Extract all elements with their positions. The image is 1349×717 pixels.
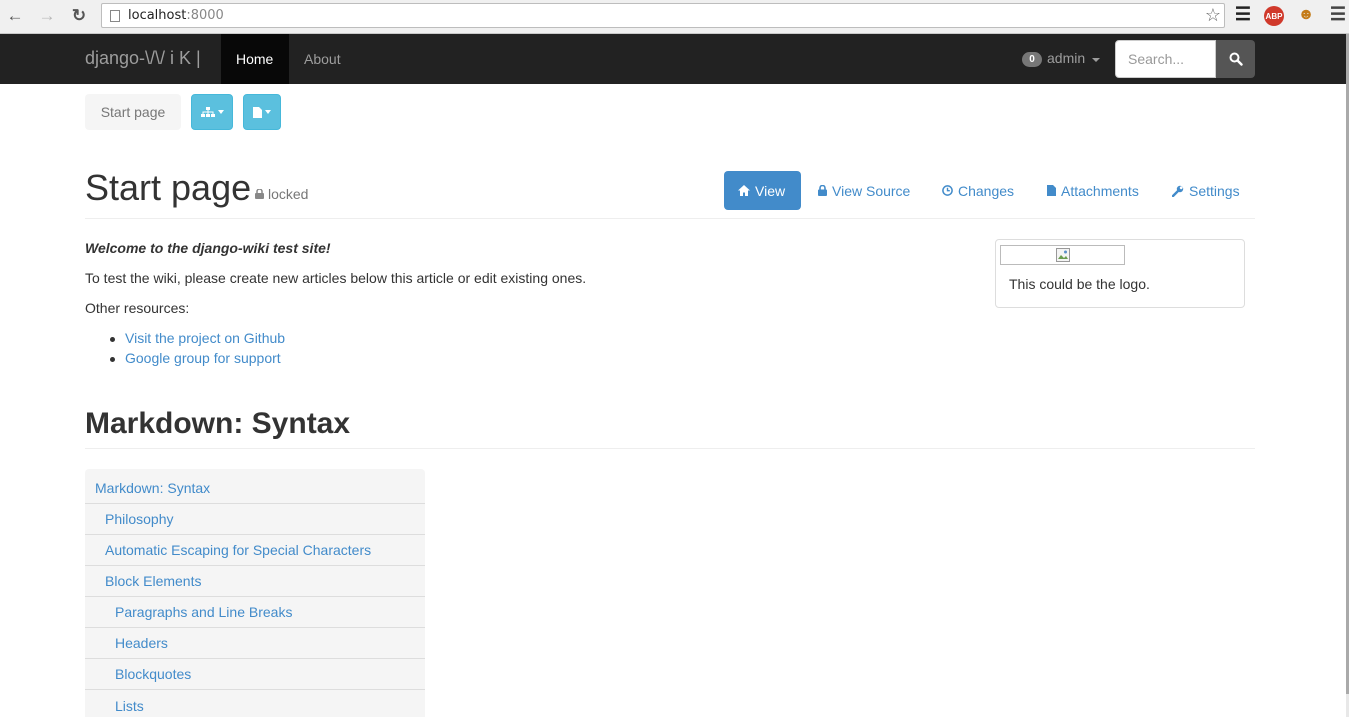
- toc-item-headers[interactable]: Headers: [85, 628, 425, 659]
- toc-item-blockquotes[interactable]: Blockquotes: [85, 659, 425, 690]
- github-link[interactable]: Visit the project on Github: [125, 330, 285, 346]
- caret-down-icon: [265, 110, 271, 114]
- file-icon: [1047, 185, 1056, 196]
- url-host: localhost: [128, 8, 187, 23]
- sitemap-dropdown-button[interactable]: [191, 94, 233, 130]
- bookmark-star-icon[interactable]: ☆: [1205, 5, 1221, 26]
- file-dropdown-button[interactable]: [243, 94, 281, 130]
- toc-item-paragraphs[interactable]: Paragraphs and Line Breaks: [85, 597, 425, 628]
- table-of-contents: Markdown: Syntax Philosophy Automatic Es…: [85, 469, 425, 717]
- tab-changes[interactable]: Changes: [928, 171, 1028, 210]
- wrench-icon: [1172, 185, 1184, 197]
- logo-panel: This could be the logo.: [995, 239, 1245, 308]
- nav-home[interactable]: Home: [221, 34, 289, 84]
- toc-item-markdown-syntax[interactable]: Markdown: Syntax: [85, 473, 425, 504]
- tab-settings-label: Settings: [1189, 182, 1240, 199]
- notification-badge[interactable]: 0: [1022, 52, 1042, 67]
- browser-menu-icon[interactable]: ☰: [1328, 4, 1348, 24]
- welcome-heading: Welcome to the django-wiki test site!: [85, 240, 331, 256]
- toc-item-philosophy[interactable]: Philosophy: [85, 504, 425, 535]
- tab-view-source[interactable]: View Source: [804, 171, 924, 210]
- tab-view-label: View: [755, 182, 786, 199]
- tab-attachments-label: Attachments: [1061, 182, 1139, 199]
- intro-paragraph: To test the wiki, please create new arti…: [85, 270, 587, 286]
- tab-changes-label: Changes: [958, 182, 1015, 199]
- section-divider: [85, 448, 1255, 449]
- reload-icon[interactable]: ↻: [68, 5, 90, 27]
- adblock-extension-icon[interactable]: ABP: [1264, 6, 1284, 26]
- toc-item-block-elements[interactable]: Block Elements: [85, 566, 425, 597]
- tab-attachments[interactable]: Attachments: [1033, 171, 1153, 210]
- browser-toolbar: ← → ↻ localhost:8000 ☆ ☰ ABP ☻ ☰: [0, 0, 1349, 34]
- sitemap-icon: [200, 106, 215, 117]
- logo-image: [1000, 245, 1125, 265]
- toc-item-lists[interactable]: Lists: [85, 690, 425, 717]
- url-port: :8000: [186, 8, 224, 23]
- address-url: localhost:8000: [128, 8, 224, 23]
- search-icon: [1229, 52, 1243, 66]
- forward-arrow-icon[interactable]: →: [36, 5, 58, 27]
- caret-down-icon: [217, 110, 224, 114]
- tab-view[interactable]: View: [724, 171, 801, 210]
- home-icon: [738, 185, 750, 196]
- search-button[interactable]: [1216, 40, 1255, 78]
- resources-label: Other resources:: [85, 300, 190, 316]
- breadcrumb-start-page[interactable]: Start page: [85, 94, 181, 130]
- google-group-link[interactable]: Google group for support: [125, 350, 281, 366]
- clock-icon: [942, 185, 953, 196]
- page-icon: [110, 10, 120, 22]
- broken-image-icon: [1055, 248, 1070, 262]
- person-extension-icon[interactable]: ☻: [1296, 5, 1316, 25]
- user-menu[interactable]: admin: [1047, 50, 1085, 66]
- locked-label: locked: [268, 186, 309, 202]
- back-arrow-icon[interactable]: ←: [4, 5, 26, 27]
- site-brand[interactable]: django-\/\/ i K |: [85, 48, 201, 69]
- caret-down-icon[interactable]: [1092, 58, 1100, 62]
- locked-indicator: locked: [255, 186, 308, 202]
- page-title: Start page: [85, 167, 252, 208]
- file-icon: [253, 106, 262, 118]
- layers-extension-icon[interactable]: ☰: [1233, 4, 1253, 24]
- lock-icon: [818, 185, 827, 196]
- tab-settings[interactable]: Settings: [1158, 171, 1254, 210]
- list-bullet: [110, 357, 115, 362]
- header-divider: [85, 218, 1255, 219]
- lock-icon: [255, 189, 264, 199]
- adblock-label: ABP: [1265, 11, 1283, 21]
- search-input[interactable]: [1115, 40, 1216, 78]
- list-bullet: [110, 337, 115, 342]
- tab-view-source-label: View Source: [832, 182, 911, 199]
- section-title: Markdown: Syntax: [85, 407, 351, 440]
- logo-caption: This could be the logo.: [1009, 276, 1150, 292]
- nav-about[interactable]: About: [289, 34, 356, 84]
- toc-item-automatic-escaping[interactable]: Automatic Escaping for Special Character…: [85, 535, 425, 566]
- address-bar[interactable]: localhost:8000 ☆: [101, 3, 1225, 28]
